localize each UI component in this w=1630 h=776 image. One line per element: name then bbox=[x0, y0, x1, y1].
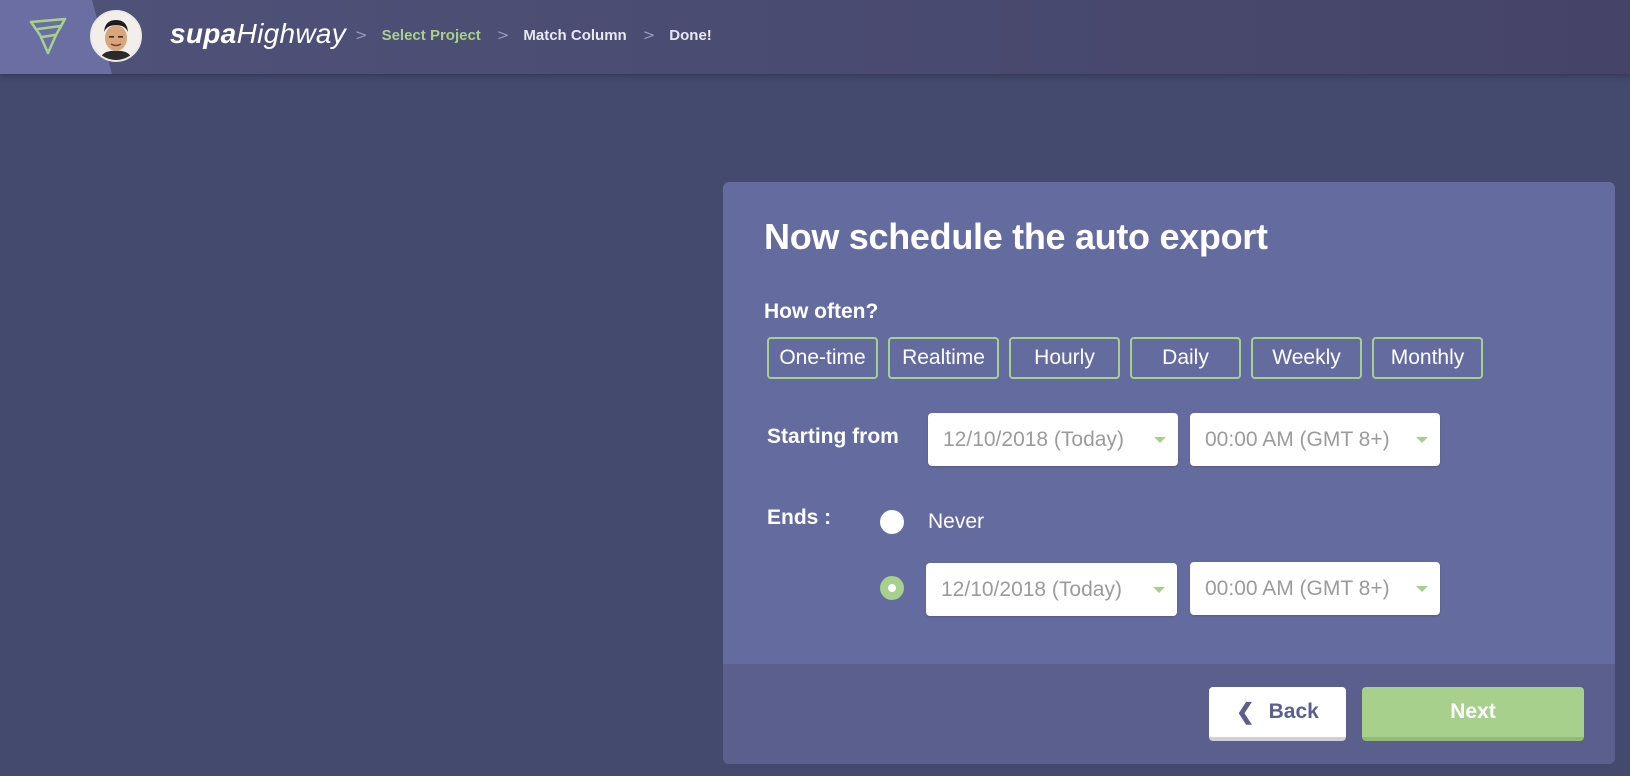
chevron-down-icon bbox=[1416, 437, 1428, 443]
breadcrumb-separator: > bbox=[496, 26, 510, 44]
frequency-one-time-button[interactable]: One-time bbox=[767, 337, 878, 379]
start-date-value: 12/10/2018 (Today) bbox=[943, 427, 1124, 451]
end-time-value: 00:00 AM (GMT 8+) bbox=[1205, 576, 1390, 600]
breadcrumb-done[interactable]: Done! bbox=[669, 27, 712, 44]
top-bar: supaHighway > Select Project > Match Col… bbox=[0, 0, 1630, 74]
chevron-left-icon: ❮ bbox=[1236, 699, 1255, 724]
start-date-select[interactable]: 12/10/2018 (Today) bbox=[928, 413, 1178, 466]
breadcrumb-match-column[interactable]: Match Column bbox=[523, 27, 626, 44]
end-time-select[interactable]: 00:00 AM (GMT 8+) bbox=[1190, 562, 1440, 615]
breadcrumb-separator: > bbox=[355, 26, 368, 44]
page-title: Now schedule the auto export bbox=[764, 216, 1268, 257]
brand-part-2: Highway bbox=[236, 18, 347, 49]
ends-never-radio[interactable] bbox=[880, 510, 904, 534]
chevron-down-icon bbox=[1416, 586, 1428, 592]
frequency-monthly-button[interactable]: Monthly bbox=[1372, 337, 1483, 379]
brand-part-1: supa bbox=[170, 18, 237, 49]
frequency-realtime-button[interactable]: Realtime bbox=[888, 337, 999, 379]
next-button[interactable]: Next bbox=[1362, 687, 1584, 741]
chevron-down-icon bbox=[1153, 587, 1165, 593]
frequency-options: One-time Realtime Hourly Daily Weekly Mo… bbox=[767, 337, 1493, 379]
frequency-hourly-button[interactable]: Hourly bbox=[1009, 337, 1120, 379]
end-date-value: 12/10/2018 (Today) bbox=[941, 577, 1122, 601]
back-button-label: Back bbox=[1268, 700, 1319, 723]
end-date-select[interactable]: 12/10/2018 (Today) bbox=[926, 563, 1177, 616]
avatar[interactable] bbox=[90, 10, 142, 62]
ends-never-label[interactable]: Never bbox=[928, 510, 984, 534]
logo-icon[interactable] bbox=[28, 17, 68, 55]
back-button[interactable]: ❮ Back bbox=[1209, 687, 1346, 741]
start-time-value: 00:00 AM (GMT 8+) bbox=[1205, 427, 1390, 451]
breadcrumb-select-project[interactable]: Select Project bbox=[382, 27, 481, 44]
frequency-weekly-button[interactable]: Weekly bbox=[1251, 337, 1362, 379]
how-often-label: How often? bbox=[764, 300, 879, 323]
start-time-select[interactable]: 00:00 AM (GMT 8+) bbox=[1190, 413, 1440, 466]
ends-label: Ends : bbox=[767, 506, 832, 529]
next-button-label: Next bbox=[1450, 700, 1496, 723]
starting-from-label: Starting from bbox=[767, 425, 899, 448]
breadcrumb: > Select Project > Match Column > Done! bbox=[355, 26, 728, 44]
avatar-portrait-icon bbox=[92, 12, 140, 60]
brand-name: supaHighway bbox=[170, 18, 346, 50]
ends-on-date-radio[interactable] bbox=[880, 576, 904, 600]
schedule-card: Now schedule the auto export How often? … bbox=[723, 182, 1615, 764]
frequency-daily-button[interactable]: Daily bbox=[1130, 337, 1241, 379]
chevron-down-icon bbox=[1154, 437, 1166, 443]
breadcrumb-separator: > bbox=[642, 26, 656, 44]
